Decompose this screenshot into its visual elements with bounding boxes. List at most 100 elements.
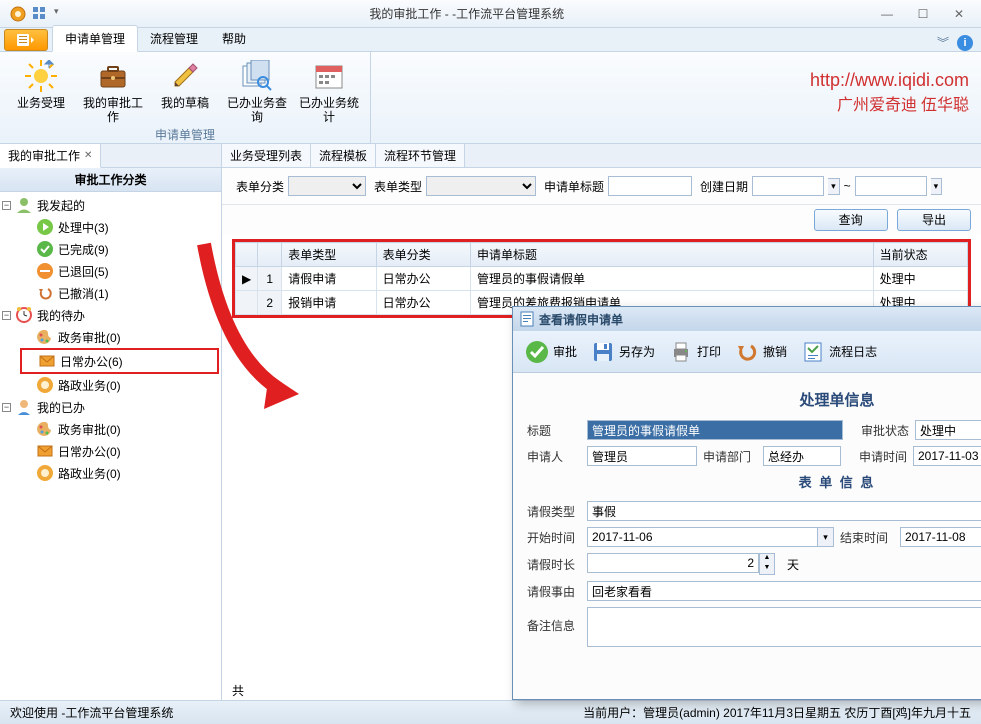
tiles-icon[interactable] [32,6,48,22]
doc-tab-my-approval[interactable]: 我的审批工作 ✕ [0,144,101,168]
label-form-type: 表单类型 [374,178,422,195]
palette-icon [36,328,54,346]
brand-block: http://www.iqidi.com 广州爱奇迪 伍华聪 [810,70,969,115]
maximize-button[interactable]: ☐ [911,7,935,21]
dialog-toolbar: 审批 另存为 打印 撤销 流程日志 [513,331,981,373]
ribbon-tab-request[interactable]: 申请单管理 [52,25,138,52]
tree-node-processing[interactable]: 处理中(3) [20,216,219,238]
input-leave-type[interactable] [587,501,981,521]
info-icon[interactable]: i [957,35,973,51]
tree-node-completed[interactable]: 已完成(9) [20,238,219,260]
ribbon-done-query-button[interactable]: 已办业务查询 [224,56,290,124]
grid-cell-status: 处理中 [873,267,967,291]
app-menu-button[interactable] [4,29,48,51]
tree-node-done[interactable]: − 我的已办 [2,396,219,418]
input-status[interactable] [915,420,981,440]
grid-header-status[interactable]: 当前状态 [873,243,967,267]
approve-button[interactable]: 审批 [519,336,583,368]
close-button[interactable]: ✕ [947,7,971,21]
query-button[interactable]: 查询 [814,209,888,231]
briefcase-icon [97,60,129,92]
date-drop-icon[interactable]: ▾ [828,178,840,195]
tree-node-cancelled[interactable]: 已撤消(1) [20,282,219,304]
tree-node-initiated[interactable]: − 我发起的 [2,194,219,216]
input-start-date[interactable] [587,527,818,547]
date-drop-icon[interactable]: ▾ [931,178,943,195]
minus-orange-icon [36,262,54,280]
section-processing-info: 处理单信息 [527,389,981,410]
tree-node-todo[interactable]: − 我的待办 [2,304,219,326]
collapse-icon[interactable]: − [2,403,11,412]
result-grid[interactable]: 表单类型 表单分类 申请单标题 当前状态 ▶ 1 请假申请 日常办公 管理员的事… [235,242,968,315]
input-date-to[interactable] [855,176,927,196]
ribbon-body: 业务受理 我的审批工作 我的草稿 已办业务查询 已办业务统计 申请单管理 htt… [0,52,981,144]
input-dept[interactable] [763,446,841,466]
close-icon[interactable]: ✕ [84,150,92,161]
input-title[interactable] [587,420,843,440]
ribbon-tab-process[interactable]: 流程管理 [138,26,210,51]
export-button[interactable]: 导出 [897,209,971,231]
spin-down-icon[interactable]: ▼ [760,564,774,574]
sidebar: 我的审批工作 ✕ 审批工作分类 − 我发起的 处理中(3) 已完成(9) [0,144,222,700]
process-log-button[interactable]: 流程日志 [795,336,883,368]
label-dept: 申请部门 [703,448,757,465]
label-status: 审批状态 [849,422,909,439]
input-apply-time[interactable] [913,446,981,466]
minimize-button[interactable]: — [875,7,899,21]
ribbon-done-stats-button[interactable]: 已办业务统计 [296,56,362,124]
date-drop-icon[interactable]: ▾ [818,527,834,547]
grid-row-number-header [258,243,282,267]
input-days[interactable] [587,553,759,573]
calendar-icon [313,60,345,92]
dialog-title: 查看请假申请单 [539,311,981,328]
collapse-icon[interactable]: − [2,311,11,320]
label-request-title: 申请单标题 [544,178,604,195]
tree-node-done-road[interactable]: 路政业务(0) [20,462,219,484]
input-end-date[interactable] [900,527,981,547]
input-applicant[interactable] [587,446,697,466]
ribbon-my-draft-button[interactable]: 我的草稿 [152,56,218,124]
sun-icon [25,60,57,92]
grid-row-num: 2 [258,291,282,315]
input-request-title[interactable] [608,176,692,196]
grid-row[interactable]: ▶ 1 请假申请 日常办公 管理员的事假请假单 处理中 [236,267,968,291]
action-row: 查询 导出 [222,205,981,235]
collapse-icon[interactable]: − [2,201,11,210]
input-reason[interactable] [587,581,981,601]
doc-tab-step-mgmt[interactable]: 流程环节管理 [376,144,465,167]
revoke-button[interactable]: 撤销 [729,336,793,368]
grid-cell-title: 管理员的事假请假单 [471,267,874,291]
spin-up-icon[interactable]: ▲ [760,554,774,564]
tree-node-done-gov[interactable]: 政务审批(0) [20,418,219,440]
label-days: 请假时长 [527,556,581,573]
tree-node-road-biz[interactable]: 路政业务(0) [20,374,219,396]
tree-node-done-daily[interactable]: 日常办公(0) [20,440,219,462]
brand-url[interactable]: http://www.iqidi.com [810,70,969,91]
textarea-remark[interactable] [587,607,981,647]
doc-tab-accept-list[interactable]: 业务受理列表 [222,144,311,167]
pager: 共 [232,680,244,700]
log-icon [801,340,825,364]
grid-row-marker [236,291,258,315]
grid-header-category[interactable]: 表单分类 [376,243,470,267]
print-button[interactable]: 打印 [663,336,727,368]
printer-icon [669,340,693,364]
undo-icon [36,284,54,302]
select-form-category[interactable] [288,176,366,196]
dialog-title-bar[interactable]: 查看请假申请单 — ❐ ✕ [513,307,981,331]
tree-node-daily-office[interactable]: 日常办公(6) [20,348,219,374]
ribbon-tab-help[interactable]: 帮助 [210,26,258,51]
tree-node-returned[interactable]: 已退回(5) [20,260,219,282]
ribbon-collapse-icon[interactable]: ︾ [937,34,949,51]
select-form-type[interactable] [426,176,536,196]
ribbon-new-request-button[interactable]: 业务受理 [8,56,74,124]
tree-node-gov-approval[interactable]: 政务审批(0) [20,326,219,348]
input-date-from[interactable] [752,176,824,196]
grid-header-type[interactable]: 表单类型 [282,243,376,267]
save-as-button[interactable]: 另存为 [585,336,661,368]
grid-header-title[interactable]: 申请单标题 [471,243,874,267]
ribbon-my-approval-button[interactable]: 我的审批工作 [80,56,146,124]
grid-cell-type: 报销申请 [282,291,376,315]
doc-tab-template[interactable]: 流程模板 [311,144,376,167]
grid-cell-type: 请假申请 [282,267,376,291]
